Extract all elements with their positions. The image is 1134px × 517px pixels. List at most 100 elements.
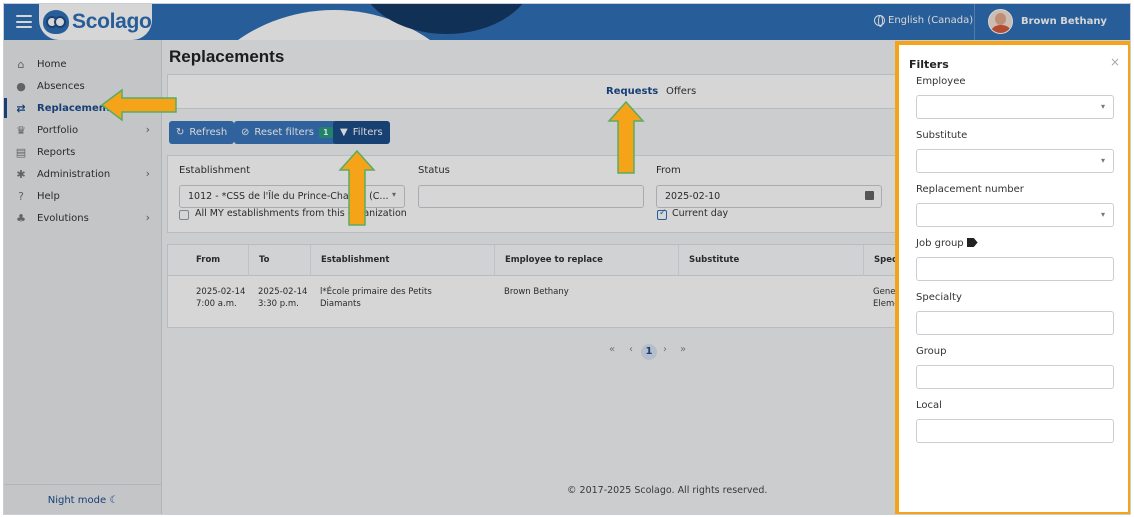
row-from-time: 7:00 a.m. (196, 299, 237, 309)
pagination-prev[interactable]: ‹ (629, 344, 633, 355)
substitute-select[interactable]: ▾ (916, 149, 1114, 173)
chevron-right-icon: › (145, 123, 150, 136)
current-day-label: Current day (672, 208, 729, 219)
row-employee: Brown Bethany (504, 287, 569, 297)
job-group-label-text: Job group (916, 238, 964, 249)
sidebar-item-label: Home (37, 58, 67, 70)
row-establishment-line1: l*École primaire des Petits (320, 287, 432, 297)
footer-copyright: © 2017-2025 Scolago. All rights reserved… (567, 485, 768, 496)
gear-icon: ✱ (16, 167, 26, 181)
reset-filters-button[interactable]: ⊘ Reset filters 1 (234, 121, 340, 144)
tag-icon (966, 238, 978, 247)
sidebar-item-label: Replacements (37, 102, 117, 114)
user-menu[interactable]: Brown Bethany (988, 9, 1107, 34)
all-my-establishments-checkbox[interactable] (179, 210, 189, 220)
local-input[interactable] (916, 419, 1114, 443)
caret-down-icon: ▾ (1100, 156, 1105, 165)
drawer-title: Filters (909, 58, 949, 71)
column-header-specialty[interactable]: Specia (863, 245, 896, 276)
employee-label: Employee (916, 76, 966, 87)
sidebar-item-label: Reports (37, 146, 76, 158)
document-icon: ▤ (15, 145, 27, 159)
person-clock-icon: ● (16, 79, 26, 93)
sidebar-item-help[interactable]: ? Help (4, 186, 162, 206)
row-to-date: 2025-02-14 (258, 287, 308, 297)
sidebar-item-label: Evolutions (37, 212, 89, 224)
row-specialty-line2: Eleme (873, 299, 897, 309)
column-header-establishment[interactable]: Establishment (310, 245, 389, 276)
sidebar-item-label: Help (37, 190, 60, 202)
replacement-number-select[interactable]: ▾ (916, 203, 1114, 227)
refresh-label: Refresh (189, 127, 228, 138)
sidebar-item-home[interactable]: ⌂ Home (4, 54, 162, 74)
chevron-right-icon: › (145, 211, 150, 224)
menu-toggle-icon[interactable] (16, 15, 32, 28)
replacements-table: From To Establishment Employee to replac… (167, 244, 897, 328)
funnel-icon: ▼ (340, 127, 348, 138)
current-day-checkbox[interactable] (657, 208, 667, 220)
job-group-input[interactable] (916, 257, 1114, 281)
header-divider (974, 4, 975, 40)
night-mode-label: Night mode (47, 495, 107, 506)
pagination-next[interactable]: › (663, 344, 667, 355)
status-label: Status (418, 165, 450, 176)
column-header-from[interactable]: From (186, 245, 220, 276)
app-logo[interactable]: Scolago (39, 4, 152, 40)
group-label: Group (916, 346, 947, 357)
reset-filters-count-badge: 1 (318, 127, 333, 138)
filter-reset-icon: ⊘ (241, 127, 250, 138)
sidebar-item-portfolio[interactable]: ♛ Portfolio › (4, 120, 162, 140)
moon-icon: ☾ (109, 495, 119, 506)
sidebar-item-reports[interactable]: ▤ Reports (4, 142, 162, 162)
specialty-input[interactable] (916, 311, 1114, 335)
tab-offers[interactable]: Offers (666, 86, 696, 97)
column-header-substitute[interactable]: Substitute (678, 245, 739, 276)
specialty-label: Specialty (916, 292, 962, 303)
pagination-first[interactable]: « (609, 344, 615, 355)
night-mode-toggle[interactable]: Night mode ☾ (4, 484, 162, 514)
close-icon[interactable]: × (1110, 55, 1120, 69)
quick-filters-panel: Establishment 1012 - *CSS de l'Île du Pr… (167, 155, 897, 233)
app-window: Scolago English (Canada) Brown Bethany ⌂… (3, 3, 1131, 515)
caret-down-icon: ▾ (391, 190, 396, 199)
employee-select[interactable]: ▾ (916, 95, 1114, 119)
column-header-employee[interactable]: Employee to replace (494, 245, 603, 276)
chevron-right-icon: › (145, 167, 150, 180)
pagination-current-page[interactable]: 1 (641, 344, 657, 360)
from-label: From (656, 165, 681, 176)
avatar (988, 9, 1013, 34)
filters-button[interactable]: ▼ Filters (333, 121, 390, 144)
tab-requests[interactable]: Requests (606, 86, 658, 97)
establishment-select[interactable]: 1012 - *CSS de l'Île du Prince-Charles (… (179, 185, 405, 208)
sidebar-item-evolutions[interactable]: ♣ Evolutions › (4, 208, 162, 228)
substitute-label: Substitute (916, 130, 968, 141)
row-to-time: 3:30 p.m. (258, 299, 299, 309)
from-date-input[interactable]: 2025-02-10 (656, 185, 882, 208)
language-selector[interactable]: English (Canada) (874, 15, 974, 27)
globe-icon (874, 15, 885, 27)
column-header-to[interactable]: To (248, 245, 270, 276)
row-from-date: 2025-02-14 (196, 287, 246, 297)
logo-text: Scolago (72, 10, 152, 33)
pagination-last[interactable]: » (680, 344, 686, 355)
trophy-icon: ♛ (16, 123, 26, 137)
row-specialty-line1: Genera (873, 287, 896, 297)
user-name: Brown Bethany (1021, 16, 1107, 27)
establishment-value: 1012 - *CSS de l'Île du Prince-Charles (… (188, 191, 389, 202)
group-input[interactable] (916, 365, 1114, 389)
sidebar-item-absences[interactable]: ● Absences (4, 76, 162, 96)
swap-icon: ⇄ (16, 101, 26, 115)
refresh-button[interactable]: ↻ Refresh (169, 121, 235, 144)
replacement-number-label: Replacement number (916, 184, 1024, 195)
refresh-icon: ↻ (176, 127, 185, 138)
status-select[interactable] (418, 185, 644, 208)
filters-label: Filters (352, 127, 383, 138)
from-date-value: 2025-02-10 (665, 191, 721, 202)
sidebar-item-replacements[interactable]: ⇄ Replacements (4, 98, 162, 118)
caret-down-icon: ▾ (1100, 102, 1105, 111)
top-bar: Scolago English (Canada) Brown Bethany (4, 4, 1130, 40)
sidebar-item-label: Portfolio (37, 124, 79, 136)
language-label: English (Canada) (888, 15, 974, 26)
sidebar: ⌂ Home ● Absences ⇄ Replacements ♛ Portf… (4, 40, 162, 514)
sidebar-item-administration[interactable]: ✱ Administration › (4, 164, 162, 184)
